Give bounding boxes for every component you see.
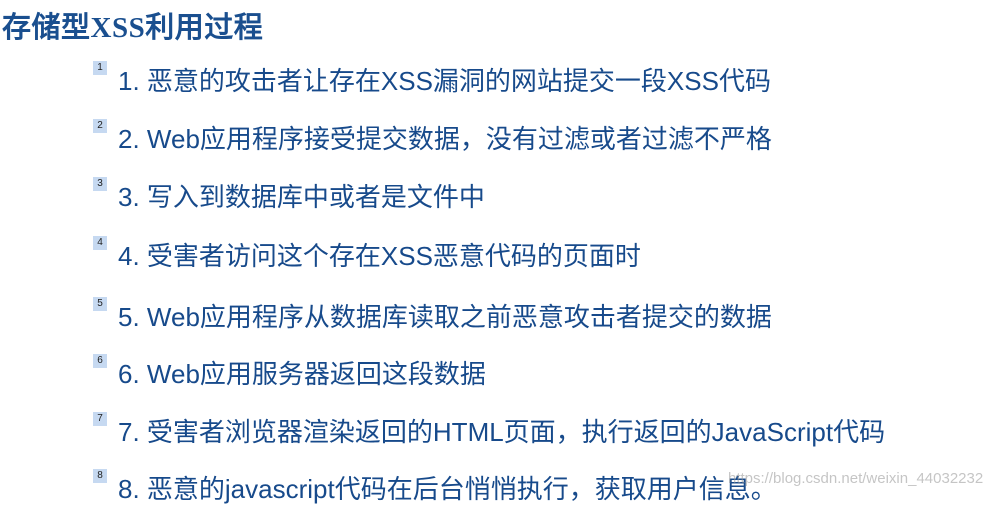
list-item: 7 7. 受害者浏览器渲染返回的HTML页面，执行返回的JavaScript代码 — [93, 410, 885, 450]
item-number-badge: 7 — [93, 412, 107, 426]
item-number-badge: 8 — [93, 469, 107, 483]
item-number-badge: 6 — [93, 354, 107, 368]
item-number-badge: 4 — [93, 236, 107, 250]
item-number-badge: 5 — [93, 297, 107, 311]
item-text: 7. 受害者浏览器渲染返回的HTML页面，执行返回的JavaScript代码 — [118, 416, 886, 447]
item-text: 3. 写入到数据库中或者是文件中 — [118, 181, 485, 212]
item-number-badge: 2 — [93, 119, 107, 133]
item-number-badge: 3 — [93, 177, 107, 191]
list-item: 8 8. 恶意的javascript代码在后台悄悄执行，获取用户信息。 — [93, 467, 777, 507]
list-item: 2 2. Web应用程序接受提交数据，没有过滤或者过滤不严格 — [93, 117, 772, 157]
list-item: 4 4. 受害者访问这个存在XSS恶意代码的页面时 — [93, 234, 641, 274]
item-number-badge: 1 — [93, 61, 107, 75]
item-text: 6. Web应用服务器返回这段数据 — [118, 358, 486, 389]
item-text: 1. 恶意的攻击者让存在XSS漏洞的网站提交一段XSS代码 — [118, 65, 771, 96]
list-item: 1 1. 恶意的攻击者让存在XSS漏洞的网站提交一段XSS代码 — [93, 59, 771, 99]
list-item: 5 5. Web应用程序从数据库读取之前恶意攻击者提交的数据 — [93, 295, 772, 335]
item-text: 5. Web应用程序从数据库读取之前恶意攻击者提交的数据 — [118, 301, 772, 332]
slide-title: 存储型XSS利用过程 — [2, 12, 264, 44]
item-text: 8. 恶意的javascript代码在后台悄悄执行，获取用户信息。 — [118, 473, 777, 504]
item-text: 2. Web应用程序接受提交数据，没有过滤或者过滤不严格 — [118, 123, 772, 154]
watermark: https://blog.csdn.net/weixin_44032232 — [728, 470, 984, 487]
item-text: 4. 受害者访问这个存在XSS恶意代码的页面时 — [118, 240, 641, 271]
list-item: 6 6. Web应用服务器返回这段数据 — [93, 352, 486, 392]
list-item: 3 3. 写入到数据库中或者是文件中 — [93, 175, 485, 215]
